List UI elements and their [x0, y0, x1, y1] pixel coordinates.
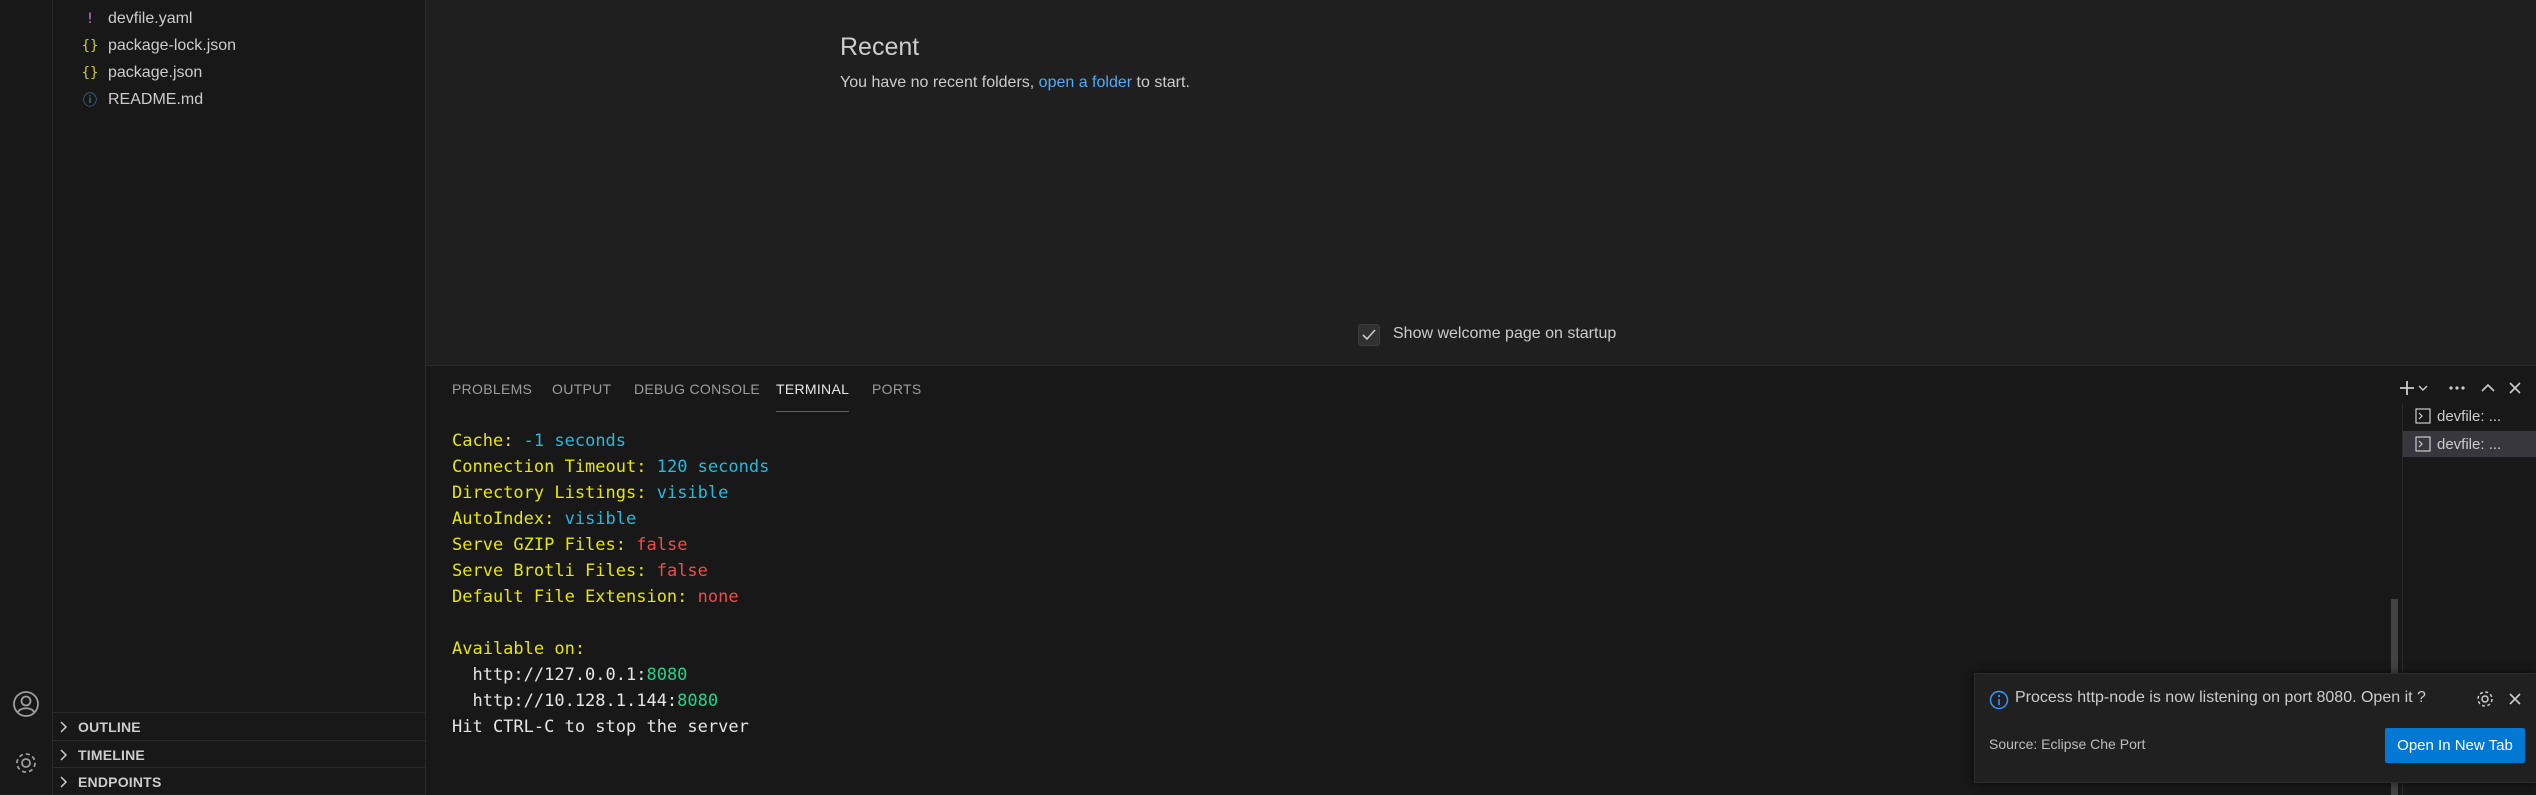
terminal-output[interactable]: Cache: -1 seconds Connection Timeout: 120…: [452, 428, 769, 740]
chevron-right-icon: [57, 748, 71, 761]
terminal-line: Serve GZIP Files: false: [452, 535, 688, 555]
section-label: OUTLINE: [78, 718, 141, 735]
chevron-right-icon: [57, 720, 71, 733]
file-item[interactable]: ⓘ README.md: [53, 86, 425, 113]
notification-message: Process http-node is now listening on po…: [2015, 689, 2426, 706]
file-item[interactable]: {} package.json: [53, 59, 425, 86]
gear-icon[interactable]: [6, 743, 46, 783]
tab-terminal[interactable]: TERMINAL: [776, 381, 850, 412]
info-icon: ⓘ: [83, 92, 97, 109]
tab-problems[interactable]: PROBLEMS: [452, 381, 532, 411]
terminal-line: Hit CTRL-C to stop the server: [452, 717, 749, 737]
maximize-panel-icon[interactable]: [2477, 377, 2499, 399]
section-outline[interactable]: OUTLINE: [53, 712, 425, 740]
terminal-line: http://127.0.0.1:8080: [452, 665, 688, 685]
file-item[interactable]: ! devfile.yaml: [53, 5, 425, 32]
open-in-new-tab-button[interactable]: Open In New Tab: [2385, 728, 2525, 763]
terminal-line: Default File Extension: none: [452, 587, 739, 607]
more-actions-icon[interactable]: [2446, 377, 2468, 399]
terminal-label: devfile: ...: [2437, 435, 2502, 453]
terminal-label: devfile: ...: [2437, 407, 2502, 425]
notification-source: Source: Eclipse Che Port: [1989, 736, 2146, 752]
section-label: TIMELINE: [78, 746, 145, 763]
recent-heading: Recent: [840, 33, 920, 61]
chevron-down-icon[interactable]: [2416, 377, 2430, 399]
yaml-icon: !: [85, 10, 95, 27]
terminal-line: AutoIndex: visible: [452, 509, 637, 529]
file-name: README.md: [108, 90, 204, 108]
recent-message: You have no recent folders, open a folde…: [840, 74, 1190, 92]
accounts-icon[interactable]: [6, 684, 46, 724]
terminal-icon: [2415, 408, 2431, 424]
recent-prefix: You have no recent folders,: [840, 74, 1035, 91]
file-name: devfile.yaml: [108, 9, 193, 27]
terminal-line: Connection Timeout: 120 seconds: [452, 457, 770, 477]
notification-toast: Process http-node is now listening on po…: [1974, 673, 2536, 783]
show-welcome-label: Show welcome page on startup: [1393, 325, 1617, 342]
welcome-editor: Recent You have no recent folders, open …: [426, 0, 2536, 364]
info-icon: [1989, 690, 2009, 715]
open-folder-link[interactable]: open a folder: [1039, 74, 1132, 91]
recent-suffix: to start.: [1136, 74, 1190, 91]
section-endpoints[interactable]: ENDPOINTS: [53, 767, 425, 795]
terminal-line: Available on:: [452, 639, 586, 659]
new-terminal-icon[interactable]: [2396, 377, 2418, 399]
tab-debug-console[interactable]: DEBUG CONSOLE: [634, 381, 760, 411]
explorer-sidebar: ! devfile.yaml {} package-lock.json {} p…: [53, 0, 426, 794]
terminal-instance[interactable]: devfile: ...: [2403, 431, 2536, 457]
terminal-line: http://10.128.1.144:8080: [452, 691, 719, 711]
terminal-line: Directory Listings: visible: [452, 483, 729, 503]
terminal-icon: [2415, 436, 2431, 452]
terminal-line: Cache: -1 seconds: [452, 431, 627, 451]
tab-ports[interactable]: PORTS: [872, 381, 921, 411]
terminal-line: Serve Brotli Files: false: [452, 561, 708, 581]
show-welcome-checkbox[interactable]: [1358, 324, 1380, 346]
chevron-right-icon: [57, 775, 71, 788]
file-item[interactable]: {} package-lock.json: [53, 32, 425, 59]
json-icon: {}: [81, 37, 99, 54]
file-name: package-lock.json: [108, 36, 237, 54]
tab-output[interactable]: OUTPUT: [552, 381, 611, 411]
section-timeline[interactable]: TIMELINE: [53, 740, 425, 768]
terminal-instance[interactable]: devfile: ...: [2403, 403, 2536, 429]
activity-bar: [0, 0, 53, 794]
check-icon: [1362, 329, 1376, 341]
json-icon: {}: [81, 64, 99, 81]
close-panel-icon[interactable]: [2504, 377, 2526, 399]
file-name: package.json: [108, 63, 203, 81]
gear-icon[interactable]: [2475, 689, 2495, 714]
close-icon[interactable]: [2507, 691, 2523, 712]
section-label: ENDPOINTS: [78, 773, 162, 790]
